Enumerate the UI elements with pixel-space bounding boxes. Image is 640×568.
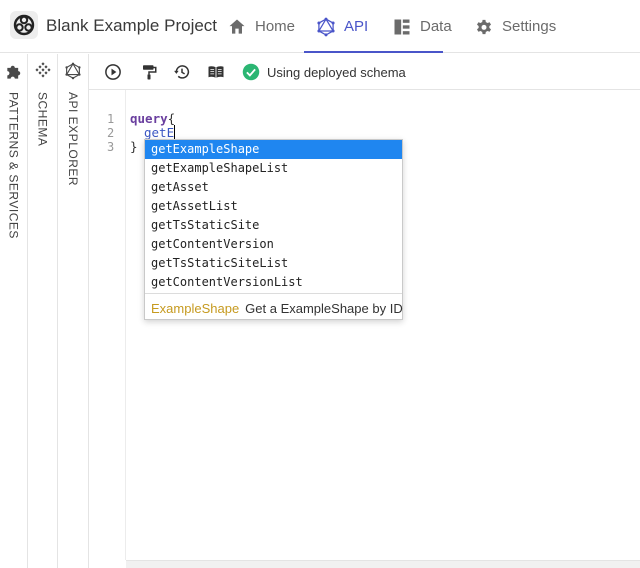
line-number-gutter: 1 2 3 [89, 90, 126, 560]
detail-description: Get a ExampleShape by ID [245, 301, 403, 316]
nav-data-label: Data [420, 18, 452, 35]
code-line-3[interactable]: } [130, 139, 138, 154]
autocomplete-item[interactable]: getAsset [145, 178, 402, 197]
code-line-1[interactable]: query{ [130, 111, 175, 126]
sidebar-label-schema: SCHEMA [35, 92, 50, 147]
history-icon[interactable] [173, 63, 191, 81]
editor-toolbar: Using deployed schema [89, 54, 640, 90]
active-tab-indicator [304, 51, 443, 53]
autocomplete-item[interactable]: getContentVersionList [145, 273, 402, 292]
code-line-2[interactable]: getE [144, 125, 176, 140]
nav-settings-label: Settings [502, 18, 557, 35]
autocomplete-item[interactable]: getContentVersion [145, 235, 402, 254]
autocomplete-item[interactable]: getTsStaticSiteList [145, 254, 402, 273]
nav-api[interactable]: API [316, 0, 368, 53]
graphql-icon [317, 17, 335, 36]
play-icon[interactable] [104, 63, 122, 81]
detail-return-type: ExampleShape [151, 301, 240, 316]
paint-roller-icon[interactable] [140, 63, 158, 81]
schema-icon [34, 62, 51, 78]
gear-icon [477, 19, 491, 34]
horizontal-scrollbar[interactable] [126, 560, 640, 568]
nav-data[interactable]: Data [392, 0, 452, 53]
autocomplete-item[interactable]: getExampleShape [145, 140, 402, 159]
autocomplete-item[interactable]: getAssetList [145, 197, 402, 216]
close-brace: } [130, 139, 138, 154]
sidebar-api-explorer[interactable]: API EXPLORER [58, 54, 89, 568]
autocomplete-item[interactable]: getTsStaticSite [145, 216, 402, 235]
sidebar-label-patterns: PATTERNS & SERVICES [6, 92, 21, 239]
data-icon [394, 19, 410, 34]
check-circle-icon [242, 63, 260, 81]
autocomplete-item[interactable]: getExampleShapeList [145, 159, 402, 178]
book-icon[interactable] [207, 63, 225, 81]
line-number: 2 [107, 126, 115, 140]
line-number: 1 [107, 112, 115, 126]
autocomplete-popup: getExampleShape getExampleShapeList getA… [144, 139, 403, 320]
sidebar-patterns-services[interactable]: PATTERNS & SERVICES [0, 54, 28, 568]
nav-home-label: Home [255, 18, 296, 35]
line-number: 3 [107, 140, 115, 154]
explorer-icon [65, 62, 81, 80]
keyword-query: query [130, 111, 168, 126]
typed-field-text: getE [144, 125, 175, 140]
schema-status-text: Using deployed schema [267, 65, 406, 80]
project-title[interactable]: Blank Example Project [46, 16, 217, 36]
puzzle-icon [6, 65, 20, 79]
open-brace: { [167, 111, 176, 126]
nav-settings[interactable]: Settings [474, 0, 556, 53]
takeshape-logo-icon [10, 11, 38, 39]
top-header: Blank Example Project Home API Data Sett… [0, 0, 640, 53]
home-icon [229, 19, 245, 34]
sidebar-schema[interactable]: SCHEMA [28, 54, 58, 568]
autocomplete-detail: ExampleShape Get a ExampleShape by ID [151, 301, 403, 316]
popup-divider [145, 293, 402, 294]
text-cursor [174, 125, 176, 139]
sidebar-label-explorer: API EXPLORER [66, 92, 80, 187]
nav-api-label: API [344, 18, 369, 35]
nav-home[interactable]: Home [227, 0, 295, 53]
